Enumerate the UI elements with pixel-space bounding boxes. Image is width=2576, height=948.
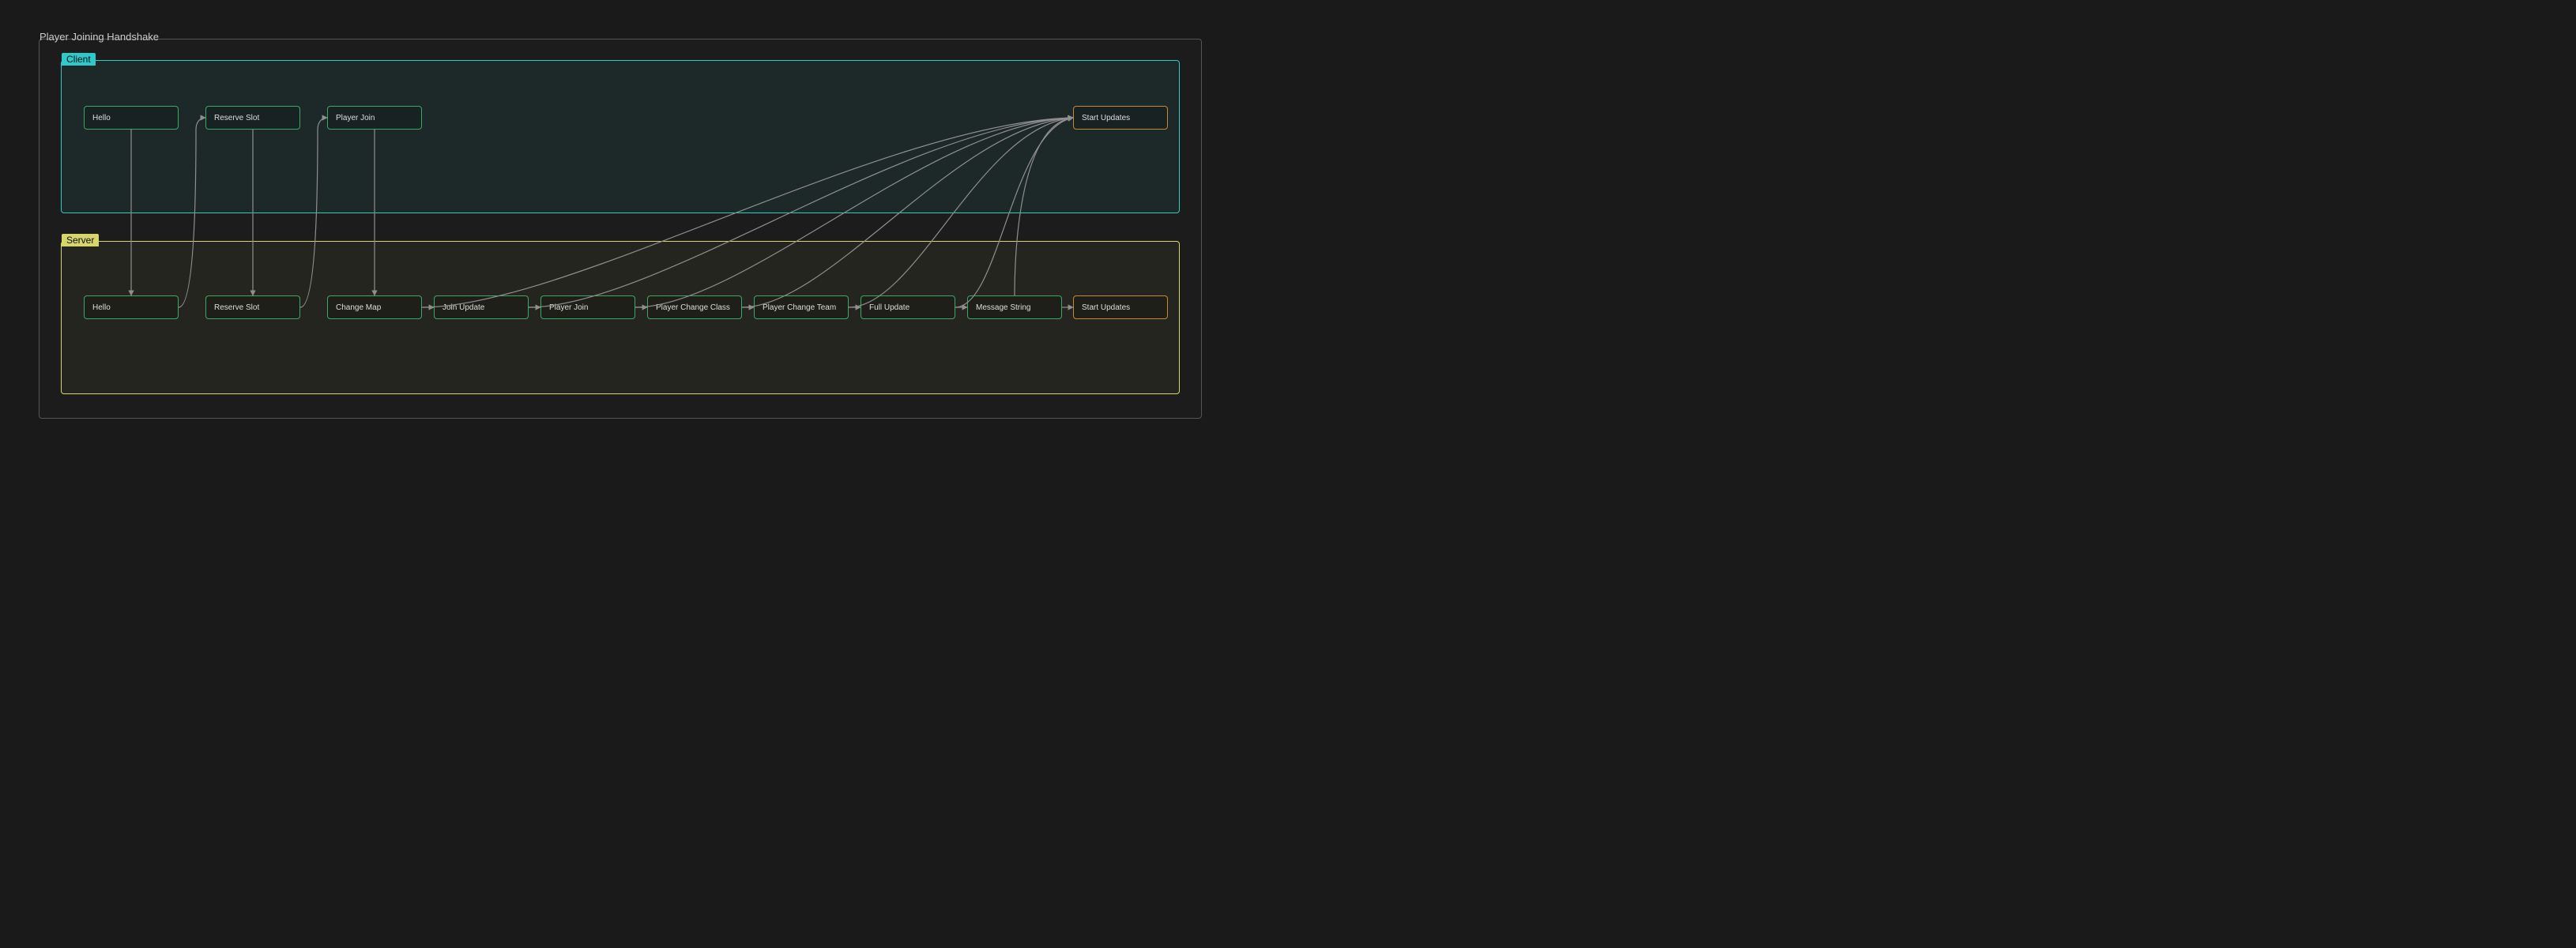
node-label: Full Update	[869, 303, 910, 312]
node-label: Player Join	[336, 114, 375, 122]
node-server-start-updates[interactable]: Start Updates	[1073, 295, 1168, 319]
node-client-hello[interactable]: Hello	[84, 106, 179, 130]
node-label: Start Updates	[1082, 114, 1130, 122]
node-label: Player Join	[549, 303, 588, 312]
node-client-player-join[interactable]: Player Join	[327, 106, 422, 130]
node-label: Player Change Team	[763, 303, 836, 312]
node-label: Hello	[92, 114, 111, 122]
diagram-canvas: Player Joining Handshake Client Server H…	[0, 0, 1241, 474]
group-server-title: Server	[62, 234, 99, 246]
node-server-join-update[interactable]: Join Update	[434, 295, 529, 319]
group-client-title: Client	[62, 53, 96, 66]
node-label: Hello	[92, 303, 111, 312]
node-label: Start Updates	[1082, 303, 1130, 312]
node-label: Player Change Class	[656, 303, 730, 312]
node-label: Change Map	[336, 303, 381, 312]
node-server-player-join[interactable]: Player Join	[540, 295, 635, 319]
node-server-change-class[interactable]: Player Change Class	[647, 295, 742, 319]
node-server-hello[interactable]: Hello	[84, 295, 179, 319]
node-server-change-map[interactable]: Change Map	[327, 295, 422, 319]
node-server-change-team[interactable]: Player Change Team	[754, 295, 849, 319]
panel-title: Player Joining Handshake	[40, 31, 159, 43]
group-client: Client	[61, 60, 1180, 213]
node-label: Join Update	[443, 303, 484, 312]
node-server-reserve[interactable]: Reserve Slot	[205, 295, 300, 319]
node-label: Reserve Slot	[214, 114, 259, 122]
node-client-start-updates[interactable]: Start Updates	[1073, 106, 1168, 130]
node-label: Message String	[976, 303, 1030, 312]
node-label: Reserve Slot	[214, 303, 259, 312]
node-client-reserve[interactable]: Reserve Slot	[205, 106, 300, 130]
node-server-full-update[interactable]: Full Update	[861, 295, 955, 319]
node-server-message-string[interactable]: Message String	[967, 295, 1062, 319]
